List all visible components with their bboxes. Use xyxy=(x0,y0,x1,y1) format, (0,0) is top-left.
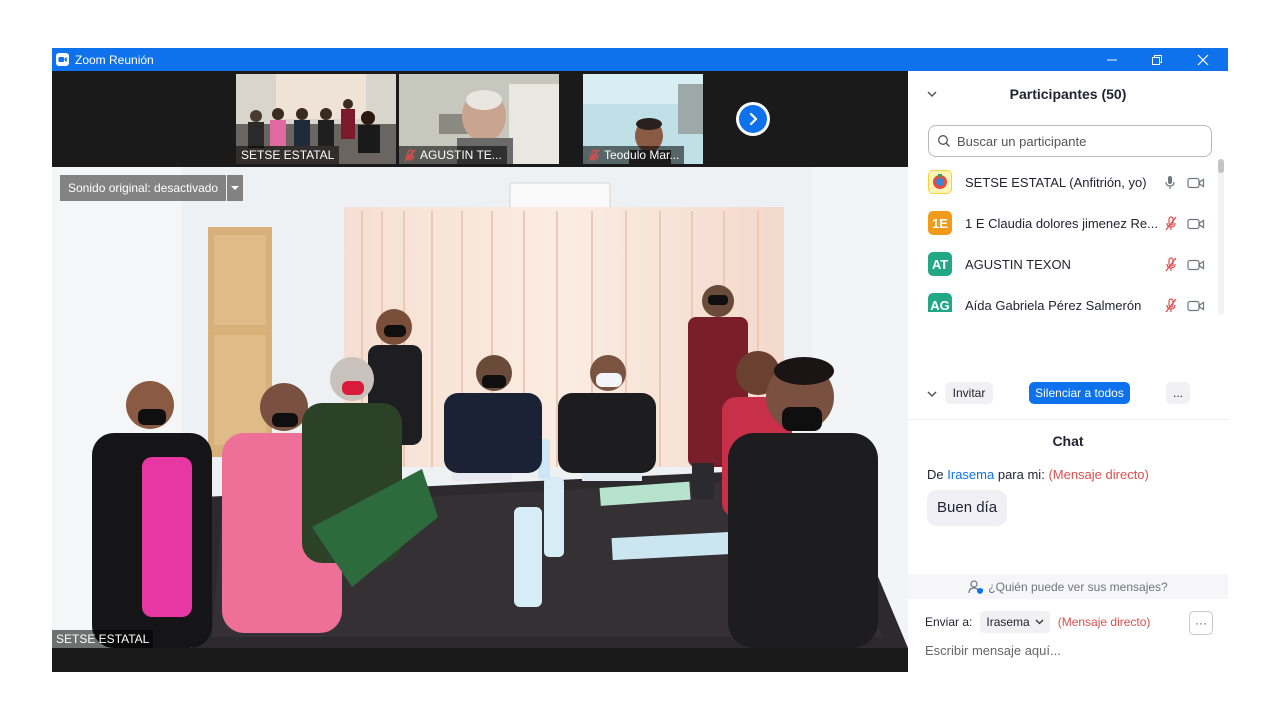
minimize-button[interactable] xyxy=(1089,48,1135,71)
zoom-window: Zoom Reunión SETSE ESTATAL AGUSTIN TE...… xyxy=(52,48,1228,672)
search-icon xyxy=(938,135,950,147)
who-can-see-messages[interactable]: ¿Quién puede ver sus mensajes? xyxy=(908,574,1228,599)
camera-icon[interactable] xyxy=(1187,259,1205,271)
participant-row[interactable]: SETSE ESTATAL (Anfitrión, yo) xyxy=(908,162,1218,203)
participant-list-scrollbar[interactable] xyxy=(1218,159,1224,315)
caret-down-icon xyxy=(231,186,240,190)
restore-button[interactable] xyxy=(1134,48,1180,71)
mic-muted-icon[interactable] xyxy=(1164,298,1178,312)
avatar: AT xyxy=(928,252,952,276)
chevron-down-icon xyxy=(1035,619,1044,625)
main-video[interactable]: Sonido original: desactivado SETSE ESTAT… xyxy=(52,167,908,648)
participant-row[interactable]: AG Aída Gabriela Pérez Salmerón xyxy=(908,285,1218,312)
chevron-down-icon[interactable] xyxy=(926,388,938,400)
section-divider xyxy=(908,419,1228,420)
participant-row[interactable]: 1E 1 E Claudia dolores jimenez Re... xyxy=(908,203,1218,244)
send-to-dropdown[interactable]: Irasema xyxy=(980,611,1050,633)
participant-name: Aída Gabriela Pérez Salmerón xyxy=(965,298,1142,312)
thumbnail-name-label: Teodulo Mar... xyxy=(583,146,685,164)
speaker-name-label: SETSE ESTATAL xyxy=(52,630,154,648)
camera-icon[interactable] xyxy=(1187,218,1205,230)
camera-icon[interactable] xyxy=(1187,177,1205,189)
invite-button[interactable]: Invitar xyxy=(945,382,993,404)
video-thumbnail[interactable]: Teodulo Mar... xyxy=(583,74,703,164)
close-icon xyxy=(1197,54,1209,65)
participant-search-input[interactable] xyxy=(955,132,1199,150)
video-area: SETSE ESTATAL AGUSTIN TE... Teodulo Mar.… xyxy=(52,71,908,672)
chat-message-bubble: Buen día xyxy=(927,490,1008,526)
chat-message-header: De Irasema para mi: (Mensaje directo) xyxy=(927,467,1149,482)
original-sound-label[interactable]: Sonido original: desactivado xyxy=(60,175,227,201)
chevron-right-icon xyxy=(749,112,758,126)
organization-logo-icon xyxy=(929,171,951,193)
participants-title: Participantes (50) xyxy=(1009,86,1127,102)
avatar: AG xyxy=(928,293,952,312)
restore-icon xyxy=(1152,54,1162,65)
direct-message-tag: (Mensaje directo) xyxy=(1048,467,1149,482)
participant-search[interactable] xyxy=(928,125,1212,157)
close-button[interactable] xyxy=(1180,48,1226,71)
chat-title: Chat xyxy=(1052,433,1084,449)
user-shield-icon xyxy=(968,579,984,594)
speaker-video-feed xyxy=(52,167,908,648)
send-to-type: (Mensaje directo) xyxy=(1057,615,1151,629)
mic-muted-icon xyxy=(588,148,600,161)
participant-name: 1 E Claudia dolores jimenez Re... xyxy=(965,216,1158,231)
thumbnail-name-label: AGUSTIN TE... xyxy=(399,146,507,164)
mute-all-button[interactable]: Silenciar a todos xyxy=(1029,382,1130,404)
participant-name: AGUSTIN TEXON xyxy=(965,257,1071,272)
original-sound-dropdown[interactable] xyxy=(227,175,244,201)
title-bar: Zoom Reunión xyxy=(52,48,1228,71)
participant-name: SETSE ESTATAL (Anfitrión, yo) xyxy=(965,175,1147,190)
mic-muted-icon[interactable] xyxy=(1164,216,1178,231)
participant-row[interactable]: AT AGUSTIN TEXON xyxy=(908,244,1218,285)
chat-more-button[interactable]: ··· xyxy=(1189,611,1213,635)
video-thumbnail[interactable]: AGUSTIN TE... xyxy=(399,74,559,164)
video-thumbnail[interactable]: SETSE ESTATAL xyxy=(236,74,396,164)
mic-muted-icon xyxy=(404,148,416,161)
send-to-label: Enviar a: xyxy=(925,615,973,629)
minimize-icon xyxy=(1107,59,1117,60)
zoom-logo-icon xyxy=(56,53,69,66)
original-sound-toggle[interactable]: Sonido original: desactivado xyxy=(60,175,244,201)
participants-more-button[interactable]: ... xyxy=(1166,382,1190,404)
chat-message-input[interactable] xyxy=(925,639,1205,661)
mic-muted-icon[interactable] xyxy=(1164,257,1178,272)
avatar xyxy=(928,170,952,194)
chat-sender-link[interactable]: Irasema xyxy=(947,467,994,482)
participant-list: SETSE ESTATAL (Anfitrión, yo) 1E 1 E Cla… xyxy=(908,162,1228,312)
mic-icon[interactable] xyxy=(1164,175,1176,190)
send-to-row: Enviar a: Irasema (Mensaje directo) xyxy=(925,610,1215,634)
avatar: 1E xyxy=(928,211,952,235)
camera-icon[interactable] xyxy=(1187,300,1205,312)
next-page-button[interactable] xyxy=(736,102,770,136)
side-panel: Participantes (50) SETSE ESTAT xyxy=(908,71,1228,672)
window-title: Zoom Reunión xyxy=(75,52,154,67)
thumbnail-name-label: SETSE ESTATAL xyxy=(236,146,340,164)
